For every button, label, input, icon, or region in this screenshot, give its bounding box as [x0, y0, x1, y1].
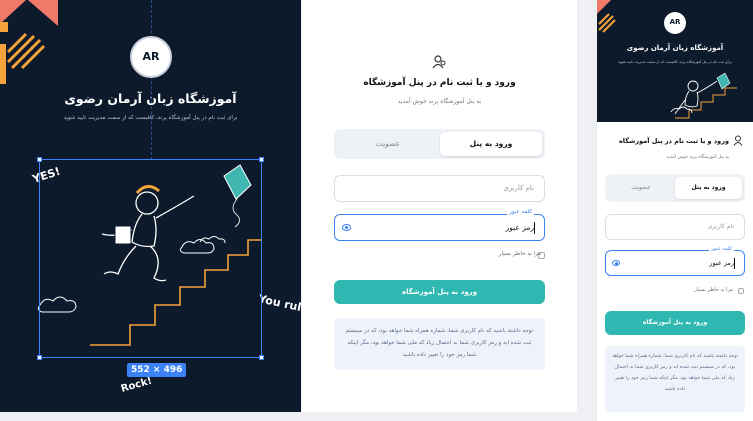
mobile-form-title: ورود و یا ثبت نام در پنل آموزشگاه: [618, 137, 729, 145]
academy-logo: AR: [130, 36, 172, 78]
form-subtitle: به پنل آموزشگاه پرند خوش آمدید: [397, 98, 482, 105]
resize-handle[interactable]: [37, 355, 42, 360]
username-placeholder: نام کاربری: [503, 184, 534, 192]
mobile-auth-tabs: ورود به پنل عضویت: [605, 174, 745, 202]
image-selection-frame[interactable]: [37, 157, 264, 360]
mobile-password-value: رمز عبور: [709, 259, 734, 267]
mobile-text-caret: [734, 258, 735, 269]
doodle-rock: Rock!: [120, 376, 154, 395]
password-field[interactable]: کلمه عبور رمز عبور: [334, 209, 545, 241]
mobile-academy-title: آموزشگاه زبان آرمان رضوی: [626, 44, 724, 52]
tab-register[interactable]: عضویت: [338, 132, 438, 156]
mobile-eye-icon[interactable]: [612, 260, 620, 266]
username-field[interactable]: نام کاربری: [334, 175, 545, 202]
doodle-you-rule: You rule!: [256, 292, 301, 317]
mobile-hero-panel: AR آموزشگاه زبان آرمان رضوی برای ثبت نام…: [597, 0, 753, 122]
resize-handle[interactable]: [37, 157, 42, 162]
mobile-password-label: کلمه عبور: [709, 246, 734, 252]
mobile-remember-label: مرا به خاطر بسپار: [694, 287, 733, 293]
form-title: ورود و یا ثبت نام در پنل آموزشگاه: [363, 78, 516, 88]
mobile-form-subtitle: به پنل آموزشگاه پرند خوش آمدید: [666, 155, 729, 160]
resize-handle[interactable]: [259, 157, 264, 162]
password-value: رمز عبور: [505, 223, 534, 232]
mobile-academy-subtitle: برای ثبت نام در پنل آموزشگاه پرند، کافیس…: [618, 60, 732, 64]
login-note: توجه داشته باشید که نام کاربری شما، شمار…: [334, 318, 545, 370]
mobile-login-note: توجه داشته باشید که نام کاربری شما، شمار…: [605, 346, 745, 412]
academy-subtitle: برای ثبت نام در پنل آموزشگاه پرند، کافیس…: [63, 115, 238, 121]
mobile-username-field[interactable]: نام کاربری: [605, 214, 745, 240]
hero-panel: YES! You rule! Rock! AR آموزشگاه زبان آر…: [0, 0, 301, 412]
mobile-password-field[interactable]: کلمه عبور رمز عبور: [605, 246, 745, 276]
academy-title: آموزشگاه زبان آرمان رضوی: [64, 91, 237, 106]
mobile-login-submit-button[interactable]: ورود به پنل آموزشگاه: [605, 311, 745, 335]
mobile-tab-register[interactable]: عضویت: [608, 177, 674, 199]
eye-icon[interactable]: [342, 224, 351, 231]
guide-line: [151, 0, 152, 160]
mobile-tab-login[interactable]: ورود به پنل: [675, 177, 742, 199]
login-form-panel: ورود و یا ثبت نام در پنل آموزشگاه به پنل…: [302, 0, 577, 412]
resize-handle[interactable]: [259, 355, 264, 360]
mobile-user-icon: [733, 135, 743, 146]
desktop-preview: YES! You rule! Rock! AR آموزشگاه زبان آر…: [0, 0, 577, 412]
mobile-academy-logo: AR: [664, 12, 686, 34]
mobile-username-placeholder: نام کاربری: [707, 223, 734, 230]
password-label: کلمه عبور: [507, 209, 534, 215]
user-icon: [432, 55, 446, 69]
selection-size-badge: 552 × 496: [127, 363, 187, 377]
text-caret: [534, 222, 535, 234]
mobile-remember-checkbox[interactable]: [738, 288, 744, 294]
tab-login[interactable]: ورود به پنل: [440, 132, 542, 156]
mobile-preview: AR آموزشگاه زبان آرمان رضوی برای ثبت نام…: [597, 0, 753, 421]
auth-tabs: ورود به پنل عضویت: [334, 129, 545, 159]
remember-label: مرا به خاطر بسپار: [498, 251, 541, 257]
login-submit-button[interactable]: ورود به پنل آموزشگاه: [334, 280, 545, 304]
